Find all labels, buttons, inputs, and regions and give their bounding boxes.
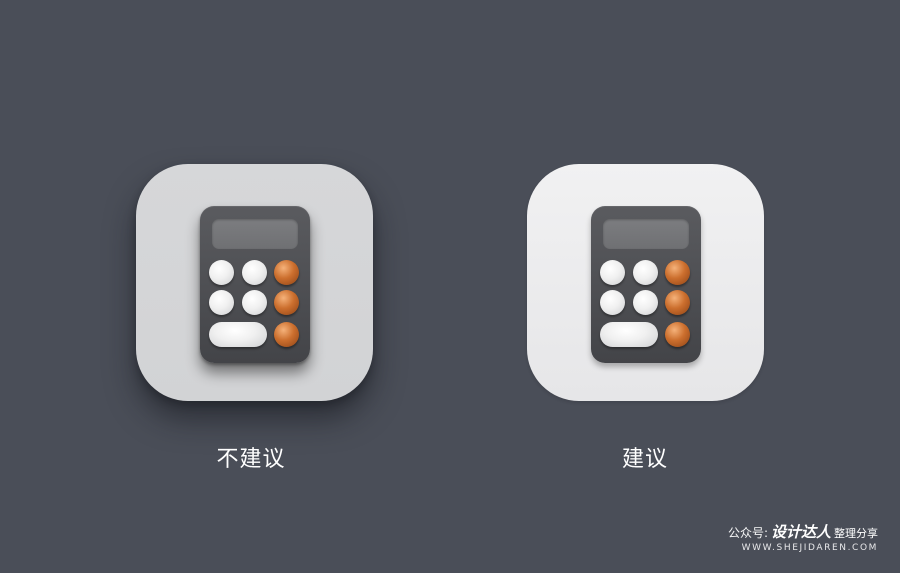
calculator-operator-key — [274, 290, 299, 315]
caption-not-recommended: 不建议 — [216, 447, 286, 472]
icon-example-recommended — [527, 164, 764, 401]
comparison-canvas: 不建议 建议 公众号: 设计达人 整理分享 WWW.SHEJIDAREN.COM — [0, 0, 900, 573]
calculator-key — [633, 290, 658, 315]
calculator-key — [209, 290, 234, 315]
watermark: 公众号: 设计达人 整理分享 WWW.SHEJIDAREN.COM — [728, 521, 878, 553]
calculator-key — [600, 260, 625, 285]
watermark-url: WWW.SHEJIDAREN.COM — [741, 543, 878, 553]
calculator-key — [600, 290, 625, 315]
calculator-key — [209, 260, 234, 285]
watermark-brand: 设计达人 — [770, 523, 831, 541]
calculator-operator-key — [274, 260, 299, 285]
calculator-icon — [591, 206, 701, 363]
watermark-suffix: 整理分享 — [834, 527, 878, 540]
calculator-operator-key — [274, 322, 299, 347]
calculator-screen — [603, 219, 689, 249]
calculator-operator-key — [665, 290, 690, 315]
calculator-operator-key — [665, 260, 690, 285]
caption-recommended: 建议 — [621, 447, 668, 472]
icon-example-not-recommended — [136, 164, 373, 401]
calculator-key — [242, 290, 267, 315]
calculator-key — [633, 260, 658, 285]
calculator-key — [242, 260, 267, 285]
calculator-screen — [212, 219, 298, 249]
calculator-wide-key — [209, 322, 267, 347]
calculator-operator-key — [665, 322, 690, 347]
watermark-prefix: 公众号: — [727, 526, 768, 540]
calculator-wide-key — [600, 322, 658, 347]
calculator-icon — [200, 206, 310, 363]
watermark-line: 公众号: 设计达人 整理分享 — [728, 521, 878, 542]
